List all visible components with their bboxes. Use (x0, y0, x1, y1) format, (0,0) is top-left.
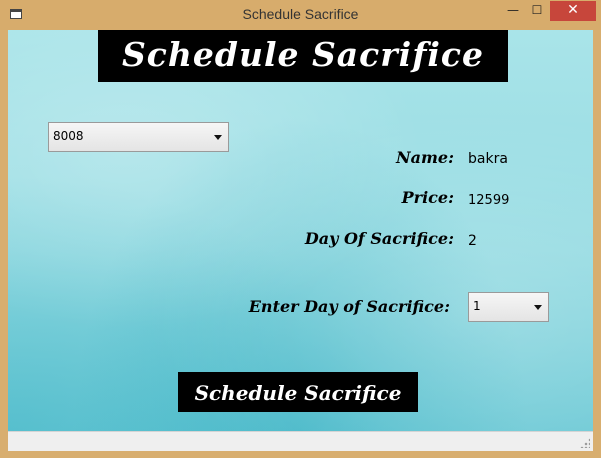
day-dropdown[interactable]: 1 (468, 292, 549, 322)
main-panel: Schedule Sacrifice 8008 Name: bakra Pric… (8, 30, 593, 431)
animal-id-value: 8008 (53, 129, 84, 143)
title-bar[interactable]: Schedule Sacrifice — ☐ ✕ (0, 0, 601, 30)
day-dropdown-value: 1 (473, 299, 481, 313)
price-value: 12599 (468, 193, 510, 208)
name-label: Name: (395, 148, 454, 167)
page-title: Schedule Sacrifice (98, 30, 508, 82)
status-bar (8, 431, 593, 451)
maximize-button[interactable]: ☐ (524, 1, 550, 21)
minimize-button[interactable]: — (500, 1, 526, 21)
schedule-sacrifice-button[interactable]: Schedule Sacrifice (178, 372, 418, 412)
app-window: Schedule Sacrifice — ☐ ✕ Schedule Sacrif… (0, 0, 601, 458)
close-button[interactable]: ✕ (550, 1, 596, 21)
price-label: Price: (401, 188, 454, 207)
day-of-sacrifice-label: Day Of Sacrifice: (304, 229, 454, 248)
chevron-down-icon (534, 305, 542, 310)
name-value: bakra (468, 151, 508, 167)
resize-grip-icon[interactable] (580, 438, 590, 448)
animal-id-dropdown[interactable]: 8008 (48, 122, 229, 152)
enter-day-label: Enter Day of Sacrifice: (248, 297, 450, 316)
day-of-sacrifice-value: 2 (468, 233, 477, 249)
chevron-down-icon (214, 135, 222, 140)
